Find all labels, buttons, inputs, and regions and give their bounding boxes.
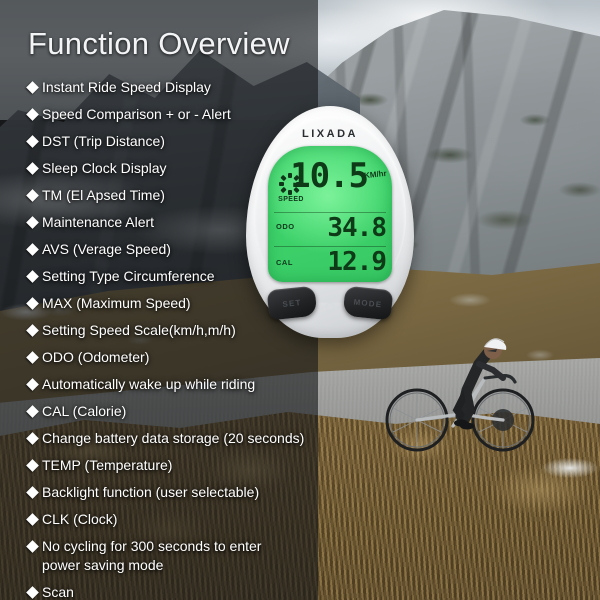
list-item-label: CAL (Calorie) bbox=[42, 403, 127, 419]
odo-value: 34.8 bbox=[327, 213, 387, 243]
list-item: Backlight function (user selectable) bbox=[26, 483, 328, 502]
diamond-bullet-icon bbox=[26, 216, 39, 229]
diamond-bullet-icon bbox=[26, 297, 39, 310]
list-item: ODO (Odometer) bbox=[26, 348, 328, 367]
diamond-bullet-icon bbox=[26, 432, 39, 445]
list-item: CAL (Calorie) bbox=[26, 402, 328, 421]
diamond-bullet-icon bbox=[26, 270, 39, 283]
cal-value: 12.9 bbox=[327, 247, 387, 277]
promo-graphic: Function Overview Instant Ride Speed Dis… bbox=[0, 0, 600, 600]
diamond-bullet-icon bbox=[26, 243, 39, 256]
bike-computer-device: LIXADA SPEED 10.5 KM/hr ODO 34.8 CAL 12.… bbox=[246, 106, 414, 338]
list-item-label: No cycling for 300 seconds to enter powe… bbox=[42, 538, 262, 573]
diamond-bullet-icon bbox=[26, 586, 39, 599]
lcd-screen: SPEED 10.5 KM/hr ODO 34.8 CAL 12.9 bbox=[268, 146, 392, 282]
diamond-bullet-icon bbox=[26, 540, 39, 553]
diamond-bullet-icon bbox=[26, 459, 39, 472]
speed-label: SPEED bbox=[278, 196, 304, 203]
diamond-bullet-icon bbox=[26, 486, 39, 499]
list-item: TEMP (Temperature) bbox=[26, 456, 328, 475]
diamond-bullet-icon bbox=[26, 81, 39, 94]
mode-button[interactable]: MODE bbox=[342, 285, 394, 321]
diamond-bullet-icon bbox=[26, 189, 39, 202]
page-title: Function Overview bbox=[28, 26, 290, 61]
cyclist-illustration bbox=[375, 318, 575, 478]
list-item-label: ODO (Odometer) bbox=[42, 349, 150, 365]
diamond-bullet-icon bbox=[26, 135, 39, 148]
set-button-label: SET bbox=[281, 297, 302, 309]
list-item-label: CLK (Clock) bbox=[42, 511, 118, 527]
cal-label: CAL bbox=[276, 258, 293, 267]
list-item-label: Instant Ride Speed Display bbox=[42, 79, 211, 95]
brand-logo: LIXADA bbox=[302, 128, 358, 140]
diamond-bullet-icon bbox=[26, 351, 39, 364]
speed-value: 10.5 bbox=[290, 156, 369, 196]
speed-unit-label: KM/hr bbox=[363, 168, 388, 181]
list-item-label: Change battery data storage (20 seconds) bbox=[42, 430, 305, 446]
mode-button-label: MODE bbox=[353, 297, 383, 309]
diamond-bullet-icon bbox=[26, 162, 39, 175]
list-item: Change battery data storage (20 seconds) bbox=[26, 429, 328, 448]
backlight-bulb-icon bbox=[321, 298, 339, 316]
list-item: Automatically wake up while riding bbox=[26, 375, 328, 394]
diamond-bullet-icon bbox=[26, 405, 39, 418]
list-item: Scan bbox=[26, 583, 328, 600]
list-item: No cycling for 300 seconds to enter powe… bbox=[26, 537, 328, 575]
list-item-label: Scan bbox=[42, 584, 74, 600]
diamond-bullet-icon bbox=[26, 324, 39, 337]
list-item-label: Automatically wake up while riding bbox=[42, 376, 256, 392]
diamond-bullet-icon bbox=[26, 108, 39, 121]
list-item-label: TEMP (Temperature) bbox=[42, 457, 173, 473]
list-item-label: Backlight function (user selectable) bbox=[42, 484, 260, 500]
odo-label: ODO bbox=[276, 222, 295, 231]
list-item: CLK (Clock) bbox=[26, 510, 328, 529]
diamond-bullet-icon bbox=[26, 513, 39, 526]
diamond-bullet-icon bbox=[26, 378, 39, 391]
list-item: Instant Ride Speed Display bbox=[26, 78, 328, 97]
